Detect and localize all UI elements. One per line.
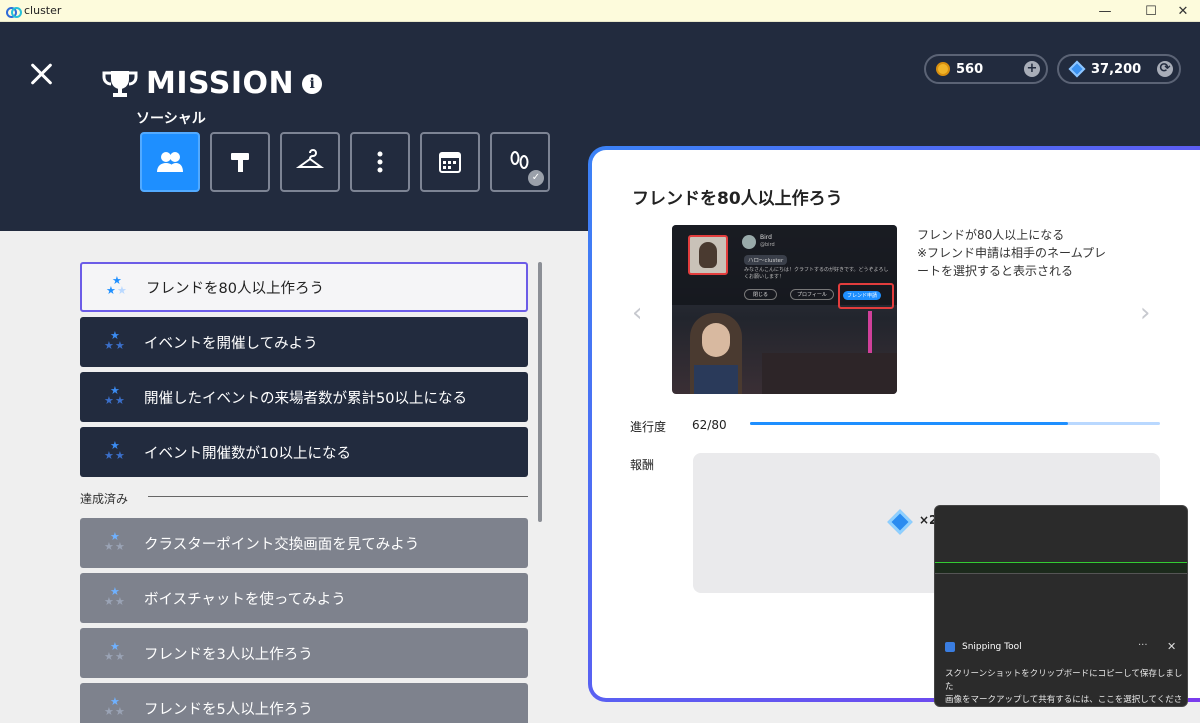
info-icon[interactable]: i	[302, 73, 323, 94]
completed-mission-item[interactable]: ★ ★ ★ フレンドを5人以上作ろう	[80, 683, 528, 723]
mission-title-text: MISSION	[146, 66, 295, 101]
preview-avatar-body	[694, 365, 738, 394]
mission-item[interactable]: ★ ★ ★ フレンドを80人以上作ろう	[80, 262, 528, 312]
snipping-tool-icon	[945, 642, 955, 652]
preview-avatar-face	[702, 323, 730, 357]
detail-title: フレンドを80人以上作ろう	[632, 189, 843, 209]
window-title: cluster	[24, 4, 62, 17]
hammer-icon	[231, 153, 249, 172]
hanger-icon	[295, 149, 325, 168]
coin-icon	[936, 62, 950, 76]
star-rank-icon: ★ ★ ★	[104, 439, 125, 462]
star-rank-icon: ★ ★ ★	[104, 384, 125, 407]
next-arrow-icon[interactable]: ›	[1140, 298, 1150, 328]
mission-label: フレンドを3人以上作ろう	[144, 646, 313, 663]
tab-social[interactable]	[140, 132, 200, 192]
tab-avatar[interactable]	[280, 132, 340, 192]
reward-label: 報酬	[630, 458, 655, 472]
progress-value: 62/80	[692, 418, 727, 432]
minimize-button[interactable]: —	[1086, 0, 1124, 22]
notification-line: 画像をマークアップして共有するには、ここを選択してください	[945, 695, 1183, 705]
star-rank-icon: ★ ★ ★	[104, 329, 125, 352]
mission-item[interactable]: ★ ★ ★ イベント開催数が10以上になる	[80, 427, 528, 477]
check-icon: ✓	[528, 170, 544, 186]
preview-greeting: ハロ〜cluster	[744, 255, 788, 265]
mission-label: ボイスチャットを使ってみよう	[144, 591, 346, 608]
cluster-app-icon	[6, 6, 22, 18]
preview-counter	[762, 353, 897, 394]
preview-close-button: 閉じる	[744, 289, 778, 300]
mission-label: イベント開催数が10以上になる	[144, 445, 351, 462]
gem-icon	[887, 509, 913, 535]
prev-arrow-icon[interactable]: ‹	[632, 298, 642, 328]
mission-label: 開催したイベントの来場者数が累計50以上になる	[144, 390, 467, 407]
mission-item[interactable]: ★ ★ ★ イベントを開催してみよう	[80, 317, 528, 367]
tab-event[interactable]	[420, 132, 480, 192]
exchange-icon[interactable]: ⟳	[1157, 61, 1173, 77]
calendar-icon	[439, 152, 461, 173]
description-line: ※フレンド申請は相手のネームプレ	[917, 246, 1106, 260]
notification-app-row: Snipping Tool	[945, 642, 1022, 652]
completed-mission-item[interactable]: ★ ★ ★ クラスターポイント交換画面を見てみよう	[80, 518, 528, 568]
window-titlebar: cluster — ☐ ✕	[0, 0, 1200, 22]
scrollbar[interactable]	[538, 262, 542, 522]
trophy-icon	[102, 70, 138, 97]
star-rank-icon: ★ ★ ★	[104, 695, 125, 718]
completed-mission-item[interactable]: ★ ★ ★ フレンドを3人以上作ろう	[80, 628, 528, 678]
snipping-tool-notification[interactable]: Snipping Tool ··· ✕ スクリーンショットをクリップボードにコピ…	[934, 505, 1188, 707]
preview-name: Bird	[760, 234, 772, 241]
more-vertical-icon	[377, 151, 383, 173]
mission-preview-image: Bird @bird ハロ〜cluster みなさんこんにちは！クラフトするのが…	[672, 225, 897, 394]
coin-balance-value: 560	[956, 61, 984, 77]
preview-bio: みなさんこんにちは！クラフトするのが好きです。どうぞよろしくお願いします！	[744, 267, 889, 280]
description-line: ートを選択すると表示される	[917, 264, 1074, 278]
tab-footprints[interactable]: ✓	[490, 132, 550, 192]
window-close-button[interactable]: ✕	[1164, 0, 1200, 22]
star-rank-icon: ★ ★ ★	[104, 585, 125, 608]
page-title: MISSION i	[102, 66, 323, 101]
preview-friend-request-highlight: フレンド申請	[838, 283, 894, 309]
progress-label: 進行度	[630, 420, 667, 434]
add-coins-button[interactable]: +	[1024, 61, 1040, 77]
completed-section-label: 達成済み	[80, 492, 129, 506]
divider	[148, 496, 528, 497]
preview-profile-button: プロフィール	[790, 289, 834, 300]
mission-label: イベントを開催してみよう	[144, 335, 318, 352]
notification-more-button[interactable]: ···	[1138, 640, 1148, 651]
notification-close-button[interactable]: ✕	[1167, 640, 1176, 653]
mission-label: フレンドを80人以上作ろう	[146, 280, 324, 297]
progress-bar-fill	[750, 422, 1068, 425]
star-rank-icon: ★ ★ ★	[104, 640, 125, 663]
close-icon[interactable]	[28, 62, 54, 88]
preview-avatar-highlight	[688, 235, 728, 275]
category-label: ソーシャル	[136, 111, 206, 127]
progress-bar	[750, 422, 1160, 425]
preview-mini-avatar	[742, 235, 756, 249]
description-line: フレンドが80人以上になる	[917, 228, 1065, 242]
coin-balance: 560 +	[924, 54, 1048, 84]
mission-label: フレンドを5人以上作ろう	[144, 701, 313, 718]
notification-app-name: Snipping Tool	[962, 642, 1022, 652]
preview-friend-request-button: フレンド申請	[843, 291, 882, 300]
gem-balance-value: 37,200	[1091, 61, 1142, 77]
mission-label: クラスターポイント交換画面を見てみよう	[144, 536, 420, 553]
preview-handle: @bird	[760, 242, 775, 248]
tab-more[interactable]	[350, 132, 410, 192]
tab-craft[interactable]	[210, 132, 270, 192]
preview-avatar-figure	[690, 313, 742, 394]
star-rank-icon: ★ ★ ★	[106, 274, 127, 297]
notification-message: スクリーンショットをクリップボードにコピーして保存しました 画像をマークアップし…	[945, 668, 1183, 706]
completed-mission-item[interactable]: ★ ★ ★ ボイスチャットを使ってみよう	[80, 573, 528, 623]
screenshot-thumbnail	[935, 562, 1187, 574]
mission-item[interactable]: ★ ★ ★ 開催したイベントの来場者数が累計50以上になる	[80, 372, 528, 422]
notification-line: スクリーンショットをクリップボードにコピーして保存しました	[945, 669, 1183, 692]
mission-description: フレンドが80人以上になる ※フレンド申請は相手のネームプレ ートを選択すると表…	[917, 226, 1132, 280]
people-icon	[157, 152, 183, 172]
avatar-icon	[699, 242, 717, 268]
gem-icon	[1068, 60, 1086, 78]
star-rank-icon: ★ ★ ★	[104, 530, 125, 553]
gem-balance: 37,200 ⟳	[1057, 54, 1181, 84]
